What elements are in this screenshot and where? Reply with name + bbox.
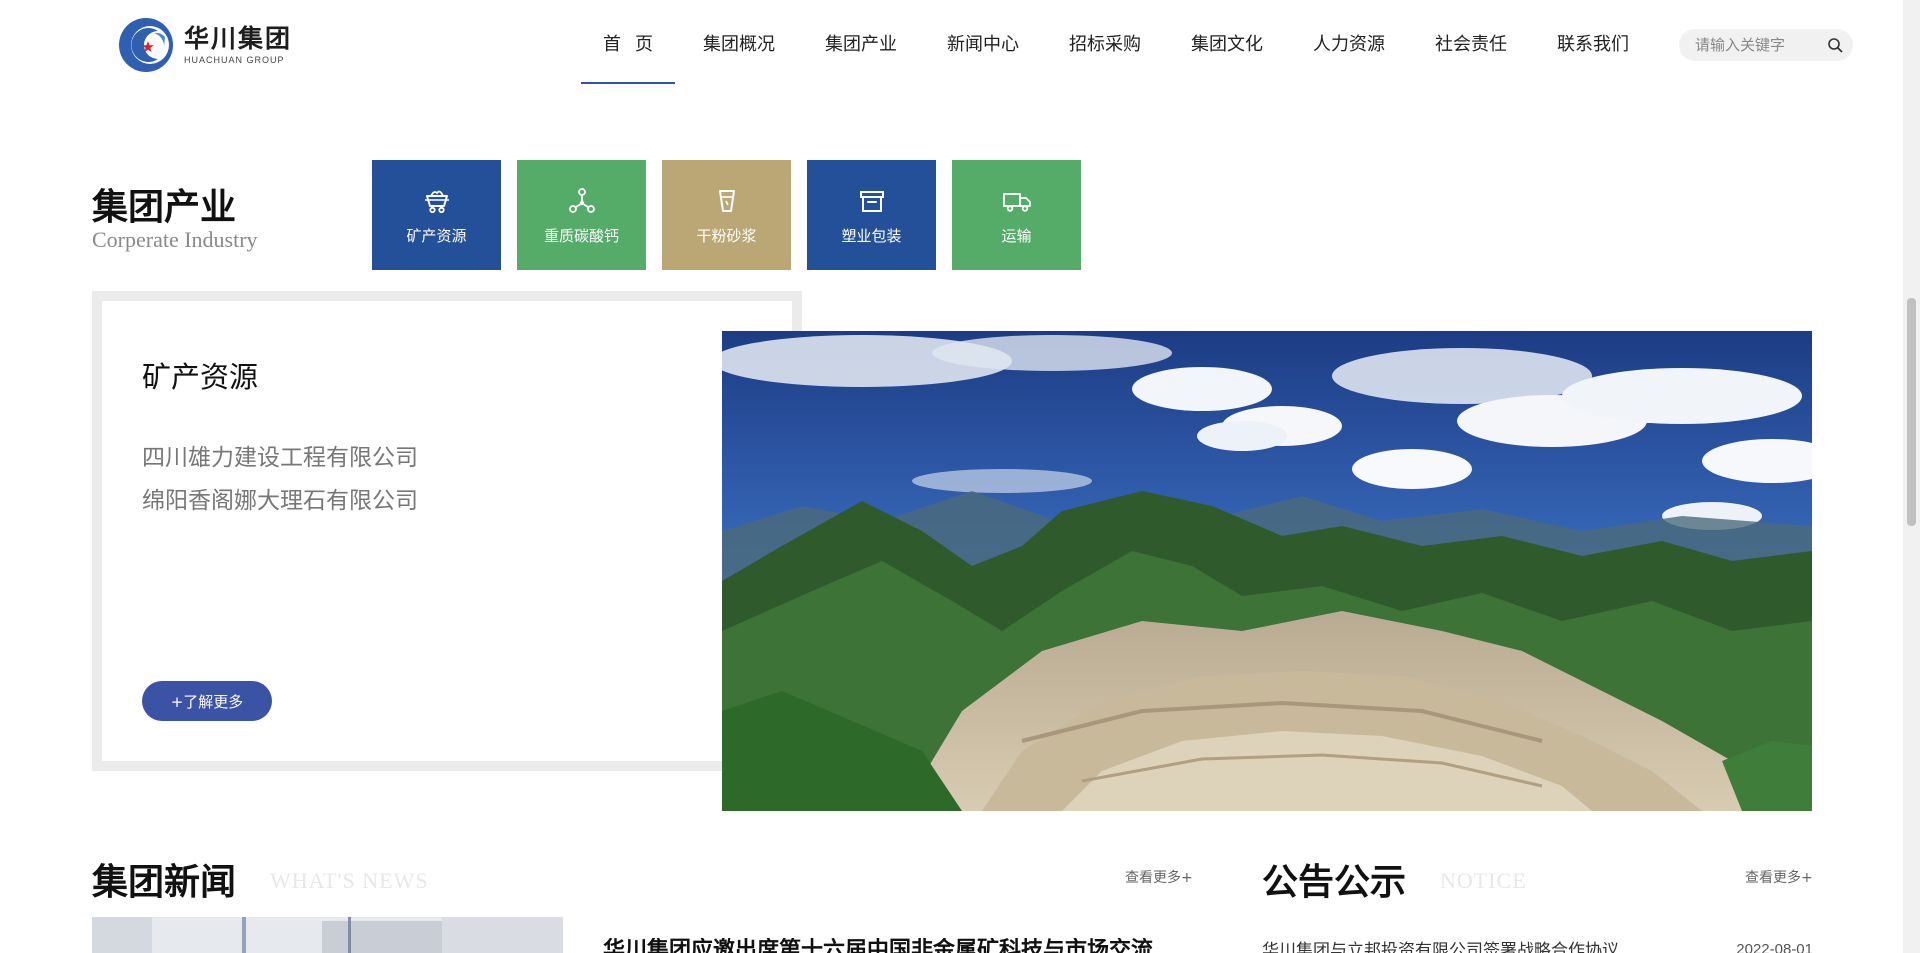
nav-procurement[interactable]: 招标采购 (1044, 0, 1166, 86)
industry-title: 集团产业 (92, 187, 237, 228)
huachuan-logo-icon (119, 18, 173, 72)
tile-mineral-resources[interactable]: 矿产资源 (372, 160, 501, 270)
logo-text-cn: 华川集团 (184, 23, 293, 53)
news-title: 集团新闻 (92, 862, 237, 903)
notice-item-text: 华川集团与立邦投资有限公司签署战略合作协议 (1262, 941, 1619, 953)
news-building-image (92, 917, 563, 953)
news-ghost-text: WHAT'S NEWS (270, 868, 429, 893)
quarry-landscape-image (722, 331, 1812, 811)
nav-hr[interactable]: 人力资源 (1288, 0, 1410, 86)
news-thumbnail[interactable] (92, 917, 563, 953)
news-view-more-link[interactable]: 查看更多+ (1125, 867, 1193, 887)
logo-text-en: HUACHUAN GROUP (184, 54, 285, 65)
search-icon[interactable] (1827, 37, 1843, 53)
nav-news-center[interactable]: 新闻中心 (922, 0, 1044, 86)
nav-group-overview[interactable]: 集团概况 (678, 0, 800, 86)
tile-label: 塑业包装 (841, 226, 902, 245)
quarry-photo (722, 331, 1812, 811)
tile-label: 运输 (1001, 226, 1032, 245)
news-headline-text: 华川集团应邀出席第十六届中国非金属矿科技与市场交流 (603, 938, 1154, 953)
archive-box-icon (859, 190, 884, 212)
notice-view-more-link[interactable]: 查看更多+ (1745, 867, 1813, 887)
site-header: 华川集团 HUACHUAN GROUP 首页 集团概况 集团产业 新闻中心 招标… (0, 0, 1920, 86)
tile-label: 矿产资源 (406, 226, 467, 245)
notice-date-text: 2022-08-01 (1736, 941, 1813, 953)
page-scrollbar[interactable] (1903, 0, 1920, 953)
nav-culture[interactable]: 集团文化 (1166, 0, 1288, 86)
logo[interactable]: 华川集团 HUACHUAN GROUP (118, 17, 292, 73)
learn-more-button[interactable]: +了解更多 (142, 681, 272, 721)
panel-title: 矿产资源 (142, 360, 259, 394)
tile-label: 干粉砂浆 (696, 226, 757, 245)
notice-date: 2022-08-01 (1733, 940, 1813, 953)
main-nav: 首页 集团概况 集团产业 新闻中心 招标采购 集团文化 人力资源 社会责任 联系… (578, 0, 1654, 86)
notice-item-link[interactable]: 华川集团与立邦投资有限公司签署战略合作协议 (1262, 940, 1642, 953)
search-input[interactable] (1695, 36, 1825, 54)
nav-social-responsibility[interactable]: 社会责任 (1410, 0, 1532, 86)
tile-label: 重质碳酸钙 (543, 226, 619, 245)
molecule-icon (568, 187, 595, 213)
tile-heavy-calcium-carbonate[interactable]: 重质碳酸钙 (517, 160, 646, 270)
cup-icon (718, 189, 735, 212)
company-name[interactable]: 绵阳香阁娜大理石有限公司 (142, 481, 418, 515)
search-box (1679, 29, 1853, 61)
truck-icon (1002, 192, 1031, 212)
company-name[interactable]: 四川雄力建设工程有限公司 (142, 438, 418, 472)
mine-cart-icon (424, 190, 449, 213)
nav-home[interactable]: 首页 (578, 0, 678, 86)
industry-subtitle: Corperate Industry (92, 227, 258, 252)
tile-dry-mortar[interactable]: 干粉砂浆 (662, 160, 791, 270)
nav-contact[interactable]: 联系我们 (1532, 0, 1654, 86)
notice-ghost-text: NOTICE (1440, 868, 1527, 893)
industry-tiles: 矿产资源 重质碳酸钙 干粉砂浆 塑业包装 运输 (372, 160, 1097, 270)
tile-transport[interactable]: 运输 (952, 160, 1081, 270)
scrollbar-thumb[interactable] (1907, 298, 1916, 526)
tile-plastic-packaging[interactable]: 塑业包装 (807, 160, 936, 270)
nav-group-industry[interactable]: 集团产业 (800, 0, 922, 86)
news-headline-link[interactable]: 华川集团应邀出席第十六届中国非金属矿科技与市场交流 (603, 938, 1163, 953)
notice-title: 公告公示 (1262, 862, 1407, 903)
